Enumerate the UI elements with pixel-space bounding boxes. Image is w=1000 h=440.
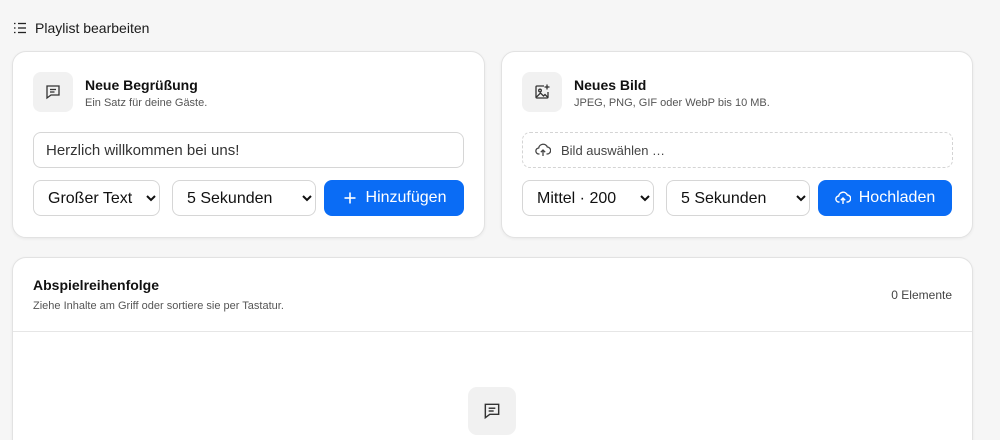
cloud-upload-icon xyxy=(535,143,551,156)
page-title: Playlist bearbeiten xyxy=(35,20,150,36)
upload-button[interactable]: Hochladen xyxy=(818,180,952,216)
image-plus-icon xyxy=(522,72,562,112)
playlist-count: 0 Elemente xyxy=(891,288,952,302)
greeting-duration-select[interactable]: 5 Sekunden xyxy=(172,180,316,216)
message-square-icon xyxy=(468,387,516,435)
greeting-card-subtitle: Ein Satz für deine Gäste. xyxy=(85,97,208,109)
add-button-label: Hinzufügen xyxy=(365,189,447,206)
plus-icon xyxy=(344,192,356,204)
text-size-select[interactable]: Großer Text xyxy=(33,180,160,216)
add-button[interactable]: Hinzufügen xyxy=(324,180,464,216)
playlist-title: Abspielreihenfolge xyxy=(33,277,160,293)
upload-button-label: Hochladen xyxy=(858,189,936,206)
page-header: Playlist bearbeiten xyxy=(13,20,149,36)
playlist-subtitle: Ziehe Inhalte am Griff oder sortiere sie… xyxy=(33,300,284,312)
playlist-card: Abspielreihenfolge Ziehe Inhalte am Grif… xyxy=(12,257,973,440)
greeting-input[interactable] xyxy=(33,132,464,168)
image-card-title: Neues Bild xyxy=(574,77,647,93)
greeting-card: Neue Begrüßung Ein Satz für deine Gäste.… xyxy=(12,51,485,238)
image-card: Neues Bild JPEG, PNG, GIF oder WebP bis … xyxy=(501,51,973,238)
greeting-card-title: Neue Begrüßung xyxy=(85,77,198,93)
file-picker[interactable]: Bild auswählen … xyxy=(522,132,953,168)
list-ordered-icon xyxy=(14,22,26,34)
cloud-upload-icon xyxy=(834,191,851,204)
image-duration-select[interactable]: 5 Sekunden xyxy=(666,180,810,216)
divider xyxy=(13,331,972,332)
file-picker-label: Bild auswählen … xyxy=(561,142,666,158)
image-card-subtitle: JPEG, PNG, GIF oder WebP bis 10 MB. xyxy=(574,97,770,109)
image-size-select[interactable]: Mittel · 200 xyxy=(522,180,654,216)
message-square-icon xyxy=(33,72,73,112)
